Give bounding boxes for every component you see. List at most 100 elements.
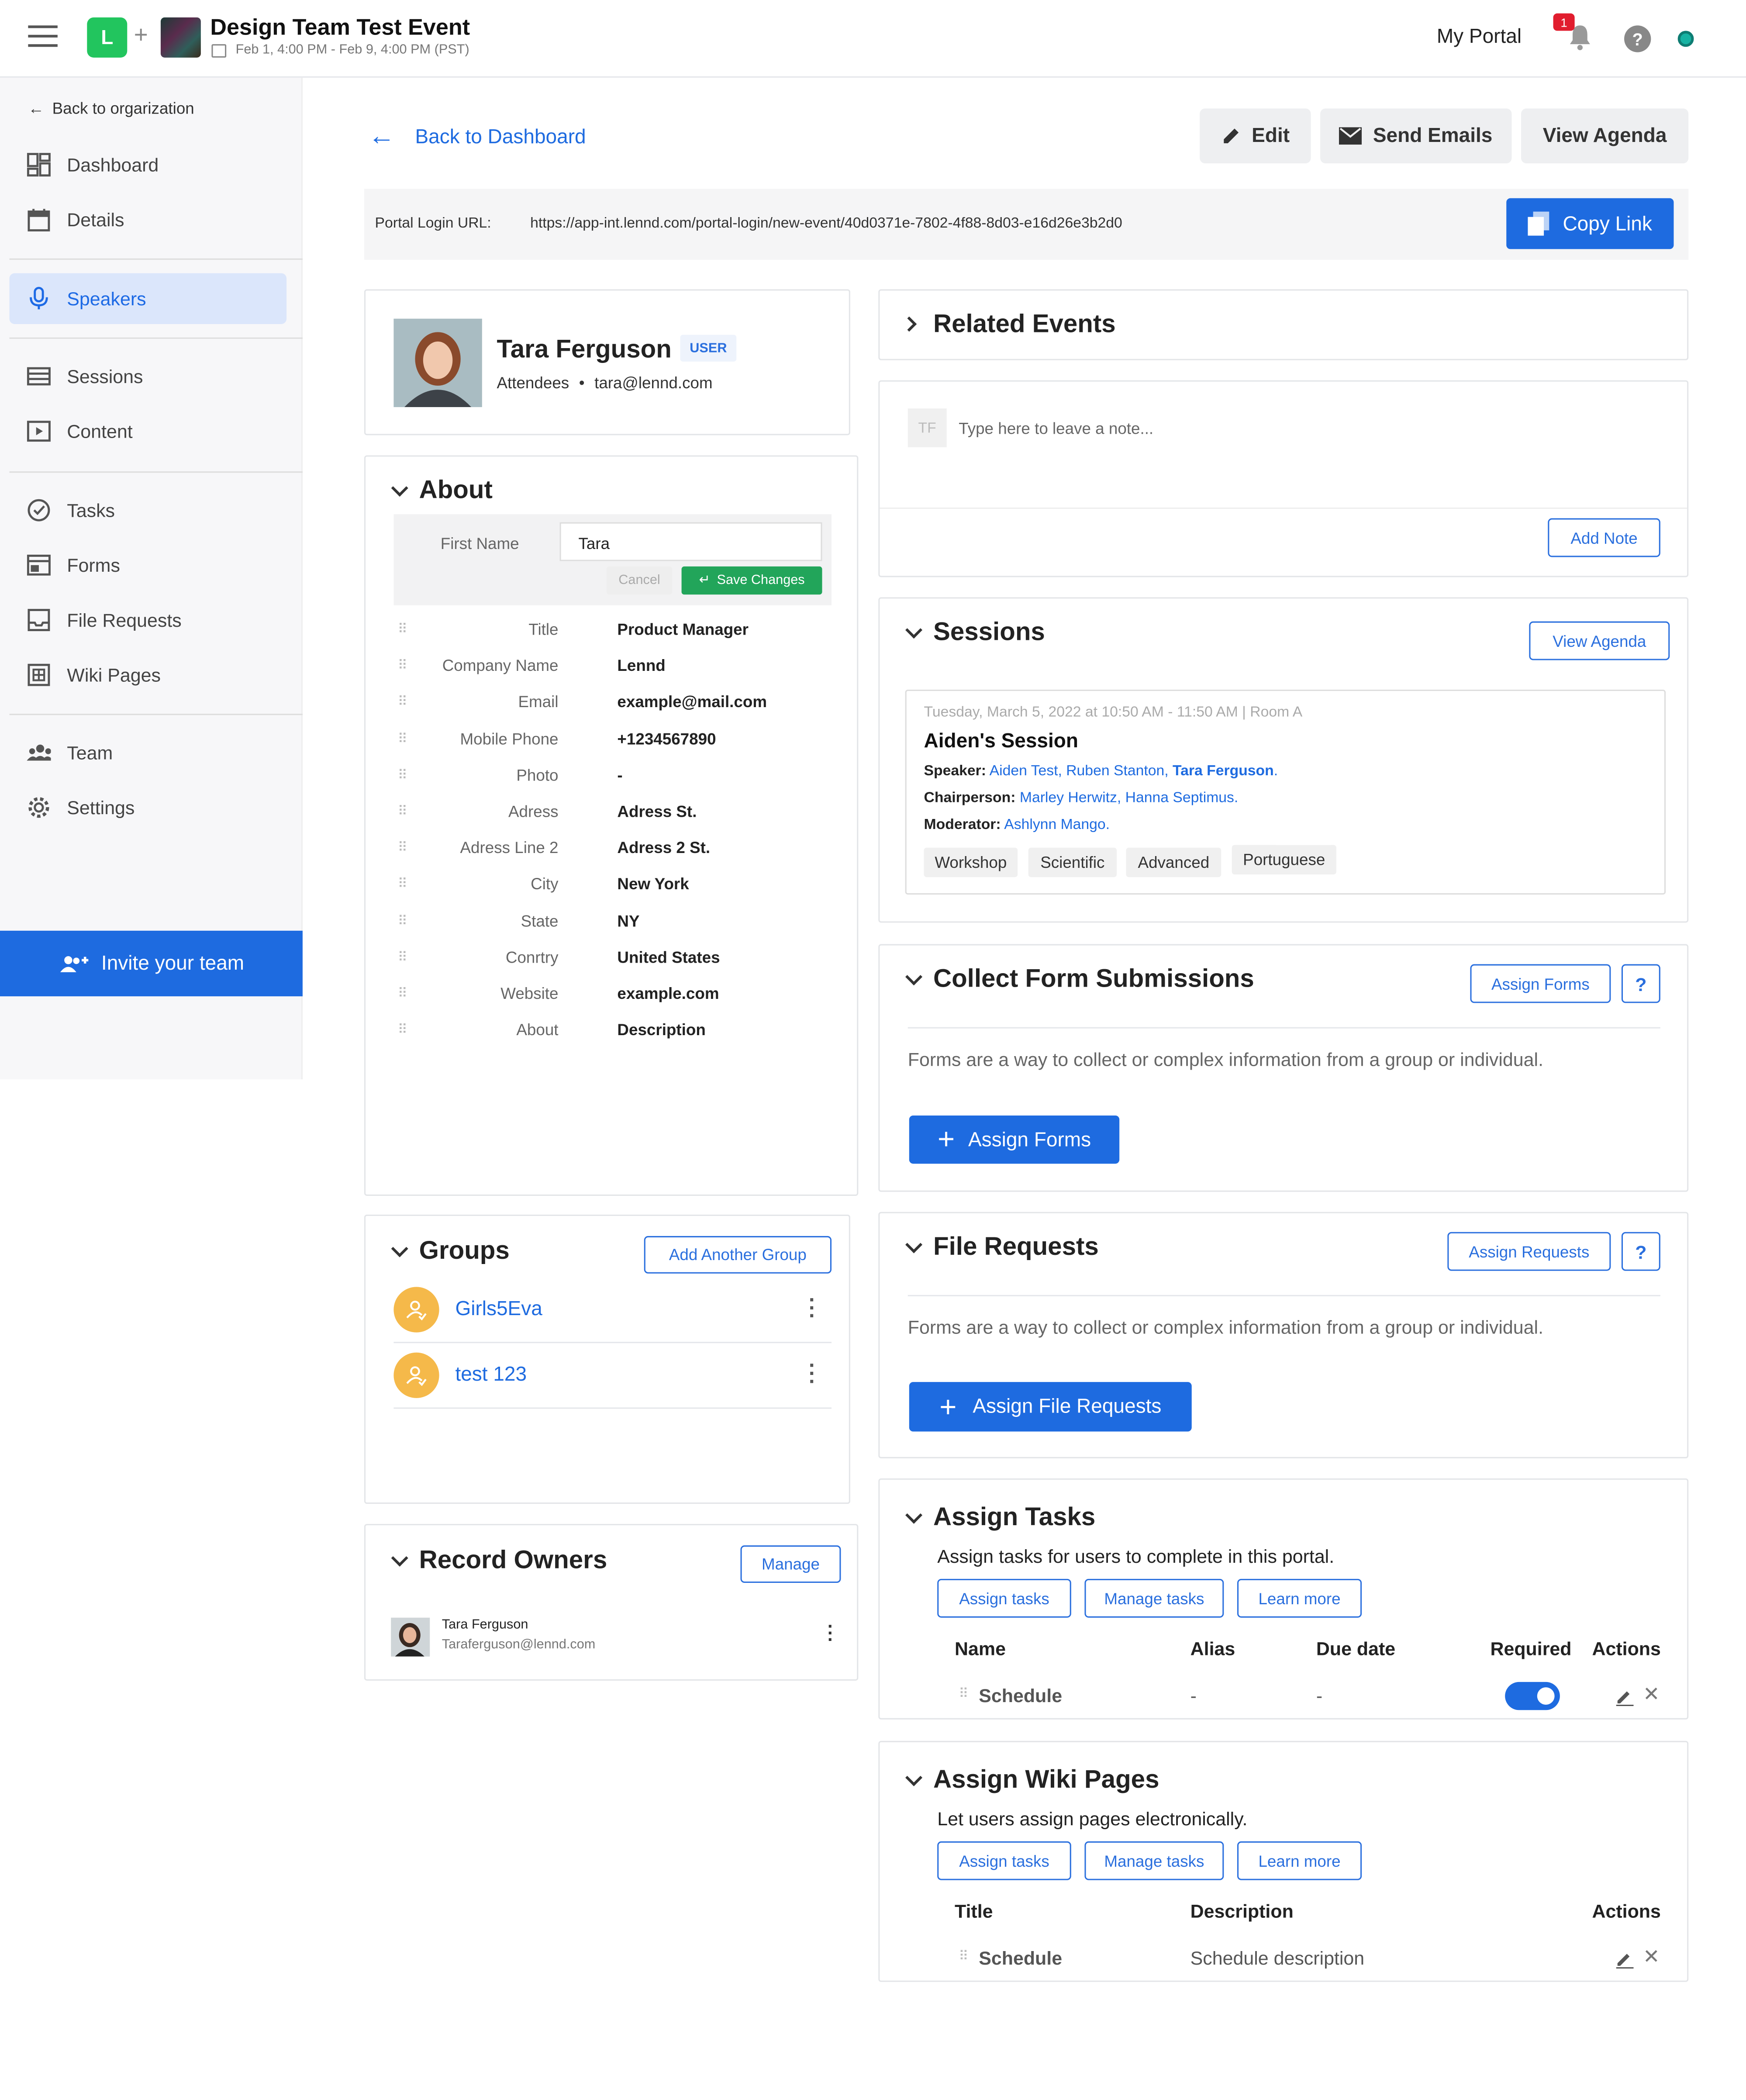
sidebar-item-dashboard[interactable]: Dashboard <box>9 139 286 190</box>
edit-button[interactable]: Edit <box>1200 108 1311 164</box>
sidebar-item-wiki-pages[interactable]: Wiki Pages <box>9 649 286 701</box>
moderator-link[interactable]: Ashlynn Mango. <box>1004 817 1110 833</box>
assign-forms-outline-button[interactable]: Assign Forms <box>1470 964 1611 1003</box>
session-card[interactable]: Tuesday, March 5, 2022 at 10:50 AM - 11:… <box>905 689 1666 895</box>
learn-more-button[interactable]: Learn more <box>1237 1578 1362 1618</box>
field-value[interactable]: Product Manager <box>617 620 749 639</box>
field-value[interactable]: example@mail.com <box>617 693 767 712</box>
chevron-down-icon[interactable] <box>905 968 923 986</box>
chevron-down-icon[interactable] <box>905 1236 923 1254</box>
speaker-links[interactable]: Aiden Test, Ruben Stanton, <box>990 763 1169 780</box>
column-header[interactable]: Actions <box>1592 1900 1660 1922</box>
column-header[interactable]: Alias <box>1190 1638 1235 1659</box>
field-value[interactable]: Adress St. <box>617 802 697 821</box>
back-to-organization-link[interactable]: ← Back to orgarization <box>28 99 194 118</box>
assign-wiki-description: Let users assign pages electronically. <box>937 1808 1248 1830</box>
learn-more-button[interactable]: Learn more <box>1237 1841 1362 1880</box>
field-label: Mobile Phone <box>460 729 559 748</box>
copy-link-button[interactable]: Copy Link <box>1506 198 1674 249</box>
first-name-input[interactable]: Tara <box>559 522 822 561</box>
arrow-left-icon: ← <box>368 122 395 152</box>
required-toggle[interactable] <box>1505 1682 1560 1710</box>
field-value[interactable]: Lennd <box>617 656 665 675</box>
column-header[interactable]: Description <box>1190 1900 1294 1922</box>
sidebar-item-details[interactable]: Details <box>9 194 286 245</box>
group-name[interactable]: test 123 <box>455 1363 527 1386</box>
field-value[interactable]: +1234567890 <box>617 729 716 748</box>
group-row[interactable]: test 123 · · · <box>393 1348 832 1409</box>
field-value[interactable]: NY <box>617 912 639 930</box>
notification-badge: 1 <box>1553 13 1575 31</box>
column-header[interactable]: Name <box>955 1638 1006 1659</box>
group-name[interactable]: Girls5Eva <box>455 1298 542 1320</box>
field-value[interactable]: Adress 2 St. <box>617 839 710 857</box>
column-header[interactable]: Title <box>955 1900 993 1922</box>
assign-wiki-button[interactable]: Assign tasks <box>937 1841 1071 1880</box>
chevron-down-icon[interactable] <box>391 1240 408 1257</box>
sidebar-item-forms[interactable]: Forms <box>9 540 286 591</box>
inbox-icon <box>27 608 51 632</box>
sidebar-item-content[interactable]: Content <box>9 406 286 457</box>
chevron-right-icon[interactable] <box>901 316 917 332</box>
add-note-button[interactable]: Add Note <box>1548 518 1660 557</box>
field-value[interactable]: New York <box>617 875 689 894</box>
groups-card: Groups Add Another Group Girls5Eva · · · t… <box>364 1214 850 1504</box>
add-another-group-button[interactable]: Add Another Group <box>644 1236 832 1274</box>
view-agenda-button[interactable]: View Agenda <box>1521 108 1689 164</box>
assign-file-requests-button[interactable]: + Assign File Requests <box>909 1382 1192 1432</box>
assign-tasks-button[interactable]: Assign tasks <box>937 1578 1071 1618</box>
chevron-down-icon[interactable] <box>905 622 923 639</box>
speaker-highlight[interactable]: Tara Ferguson <box>1173 763 1274 780</box>
forms-help-button[interactable]: ? <box>1621 964 1660 1003</box>
edit-icon[interactable] <box>1616 1951 1634 1975</box>
drag-handle-icon[interactable]: ⠿ <box>959 1950 969 1965</box>
sessions-view-agenda-button[interactable]: View Agenda <box>1529 621 1670 660</box>
edit-icon[interactable] <box>1616 1689 1634 1713</box>
field-value[interactable]: United States <box>617 948 720 967</box>
kebab-menu-icon[interactable]: · · · <box>809 1356 816 1393</box>
drag-handle-icon[interactable]: ⠿ <box>959 1687 969 1702</box>
kebab-menu-icon[interactable]: · · · <box>828 1616 834 1649</box>
manage-wiki-button[interactable]: Manage tasks <box>1084 1841 1224 1880</box>
invite-team-button[interactable]: Invite your team <box>0 930 303 997</box>
kebab-menu-icon[interactable]: · · · <box>809 1290 816 1328</box>
column-header[interactable]: Required <box>1490 1638 1571 1659</box>
my-portal-link[interactable]: My Portal <box>1437 25 1522 48</box>
chairperson-links[interactable]: Marley Herwitz, Hanna Septimus. <box>1020 790 1238 806</box>
column-header[interactable]: Due date <box>1316 1638 1395 1659</box>
sidebar-item-team[interactable]: Team <box>9 727 286 778</box>
sidebar-item-sessions[interactable]: Sessions <box>9 351 286 402</box>
sidebar-item-speakers[interactable]: Speakers <box>9 273 287 324</box>
chevron-down-icon[interactable] <box>905 1769 923 1786</box>
chevron-down-icon[interactable] <box>905 1506 923 1524</box>
note-input[interactable]: Type here to leave a note... <box>959 419 1655 438</box>
profile-email[interactable]: tara@lennd.com <box>594 373 713 392</box>
file-requests-help-button[interactable]: ? <box>1621 1232 1660 1271</box>
delete-icon[interactable]: ✕ <box>1643 1945 1660 1969</box>
manage-owners-button[interactable]: Manage <box>740 1545 841 1583</box>
portal-url-value[interactable]: https://app-int.lennd.com/portal-login/n… <box>530 216 1122 232</box>
field-value[interactable]: example.com <box>617 984 719 1003</box>
field-value[interactable]: - <box>617 766 622 784</box>
chevron-down-icon[interactable] <box>391 1549 408 1567</box>
column-header[interactable]: Actions <box>1592 1638 1660 1659</box>
hamburger-menu-icon[interactable] <box>28 25 58 49</box>
save-changes-button[interactable]: ↵ Save Changes <box>681 566 822 595</box>
chevron-down-icon[interactable] <box>391 480 408 497</box>
sidebar-item-tasks[interactable]: Tasks <box>9 485 286 536</box>
back-to-dashboard-link[interactable]: ← Back to Dashboard <box>368 123 586 150</box>
related-events-card[interactable]: Related Events <box>878 289 1689 360</box>
task-alias: - <box>1190 1685 1197 1706</box>
manage-tasks-button[interactable]: Manage tasks <box>1084 1578 1224 1618</box>
send-emails-button[interactable]: Send Emails <box>1320 108 1512 164</box>
cancel-button[interactable]: Cancel <box>606 566 673 595</box>
sidebar-item-settings[interactable]: Settings <box>9 782 286 833</box>
field-value[interactable]: Description <box>617 1021 705 1040</box>
session-name[interactable]: Aiden's Session <box>924 730 1078 753</box>
help-icon[interactable]: ? <box>1624 25 1651 52</box>
assign-forms-button[interactable]: + Assign Forms <box>909 1115 1120 1164</box>
sidebar-item-file-requests[interactable]: File Requests <box>9 594 286 646</box>
delete-icon[interactable]: ✕ <box>1643 1682 1660 1706</box>
group-row[interactable]: Girls5Eva · · · <box>393 1283 832 1344</box>
assign-requests-outline-button[interactable]: Assign Requests <box>1447 1232 1611 1271</box>
